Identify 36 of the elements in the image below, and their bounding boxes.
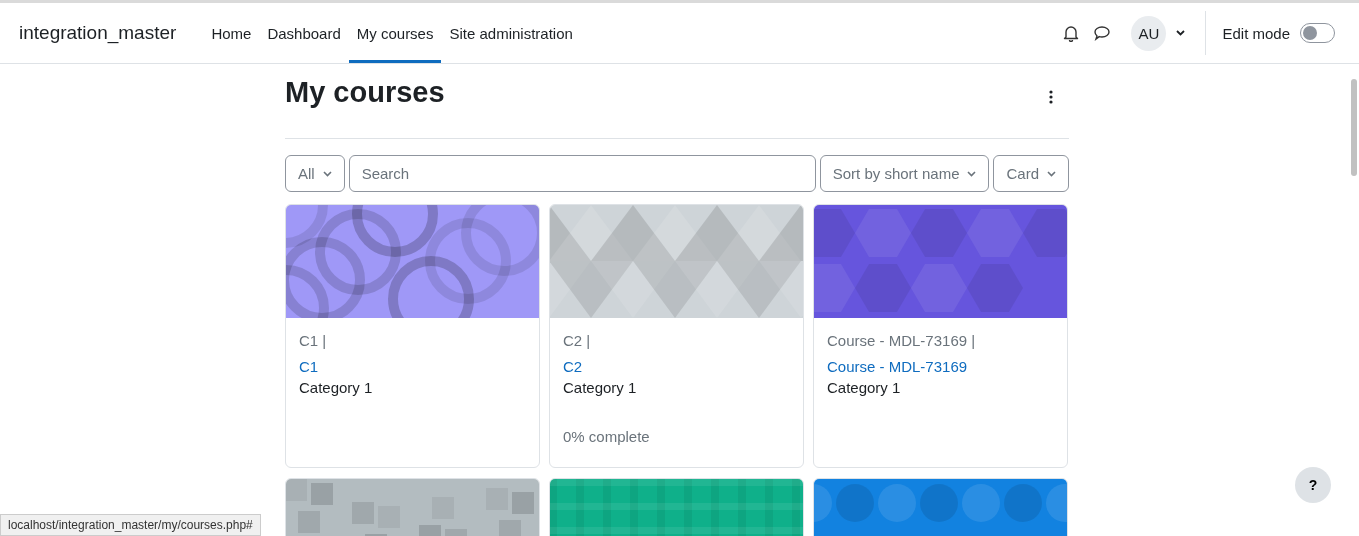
site-name[interactable]: integration_master (19, 22, 177, 44)
edit-mode-toggle[interactable] (1300, 23, 1335, 43)
course-category: Category 1 (563, 379, 637, 396)
page-title: My courses (285, 76, 445, 109)
edit-mode-label: Edit mode (1222, 24, 1290, 42)
help-button[interactable]: ? (1295, 467, 1331, 503)
chevron-down-icon (322, 170, 332, 177)
course-card[interactable]: Course - MDL-73169 | Course - MDL-73169 Category 1 (813, 204, 1068, 468)
course-category: Category 1 (299, 379, 373, 396)
view-dropdown[interactable]: Card (993, 155, 1069, 192)
status-url: localhost/integration_master/my/courses.php# (0, 514, 261, 536)
user-avatar[interactable]: AU (1131, 15, 1167, 51)
course-category: Category 1 (827, 379, 901, 396)
notification-bell-icon[interactable] (1063, 24, 1080, 42)
chevron-down-icon[interactable] (1176, 30, 1186, 36)
course-link[interactable]: C1 (299, 358, 319, 375)
search-field[interactable]: Search (348, 155, 816, 192)
nav-link[interactable]: My courses (348, 3, 442, 63)
course-link[interactable]: Course - MDL-73169 (827, 358, 968, 375)
nav-link[interactable]: Site administration (441, 3, 581, 63)
more-options-icon[interactable] (1049, 90, 1053, 104)
course-card[interactable]: C2 | C2 Category 1 0% complete (549, 204, 804, 468)
course-shortname: C1 | (299, 332, 327, 349)
chevron-down-icon (1047, 170, 1056, 177)
nav-link[interactable]: Home (203, 3, 260, 63)
course-card[interactable]: C1 | C1 Category 1 (285, 204, 540, 468)
chat-bubble-icon[interactable] (1093, 25, 1112, 41)
chevron-down-icon (967, 170, 977, 177)
sort-dropdown[interactable]: Sort by short name (819, 155, 990, 192)
course-shortname: Course - MDL-73169 | (827, 332, 976, 349)
course-shortname: C2 | (563, 332, 591, 349)
grouping-dropdown[interactable]: All (285, 155, 345, 192)
completion-text: 0% complete (563, 428, 650, 445)
nav-link[interactable]: Dashboard (259, 3, 349, 63)
scrollbar-thumb[interactable] (1351, 79, 1357, 176)
course-link[interactable]: C2 (563, 358, 583, 375)
